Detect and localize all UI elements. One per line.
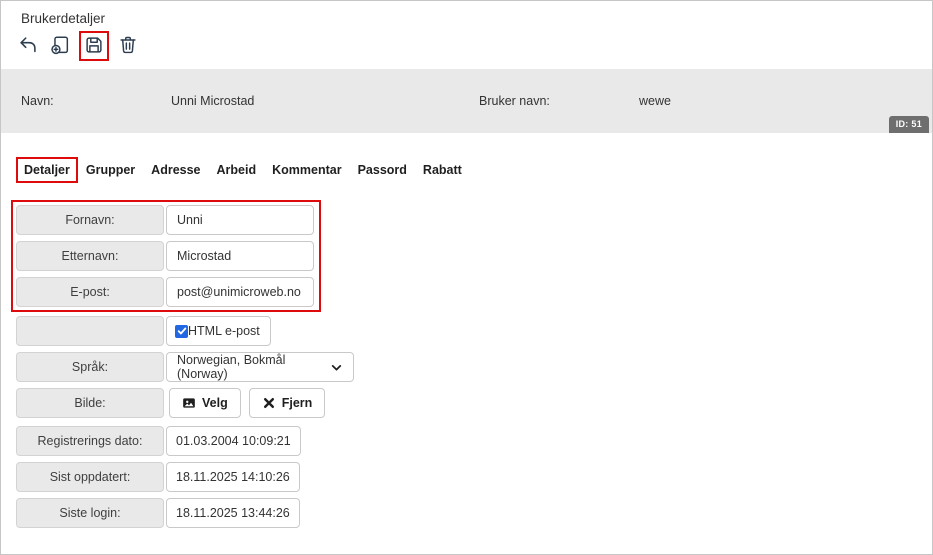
sprak-label: Språk: [16,352,164,382]
etternavn-input[interactable]: Microstad [166,241,314,271]
tab-arbeid[interactable]: Arbeid [209,157,265,183]
user-id-badge: ID: 51 [889,116,929,133]
tab-grupper[interactable]: Grupper [78,157,143,183]
username-label: Bruker navn: [479,94,639,108]
oppdatert-row: Sist oppdatert: 18.11.2025 14:10:26 [16,462,932,492]
login-label: Siste login: [16,498,164,528]
name-fields-highlight-box: Fornavn: Unni Etternavn: Microstad E-pos… [11,200,321,312]
tab-detaljer[interactable]: Detaljer [16,157,78,183]
registrert-label: Registrerings dato: [16,426,164,456]
trash-icon [117,34,139,59]
name-value: Unni Microstad [171,94,479,108]
image-icon [182,396,196,410]
user-summary-bar: Navn: Unni Microstad Bruker navn: wewe I… [1,69,932,133]
delete-button[interactable] [115,33,141,59]
sprak-row: Språk: Norwegian, Bokmål (Norway) [16,352,932,382]
registrert-value: 01.03.2004 10:09:21 [166,426,301,456]
chevron-down-icon [330,361,343,374]
copy-add-button[interactable] [47,33,73,59]
fornavn-label: Fornavn: [16,205,164,235]
html-epost-row: HTML e-post [16,316,932,346]
html-epost-empty-label [16,316,164,346]
sprak-selected-value: Norwegian, Bokmål (Norway) [177,353,330,381]
velg-button-label: Velg [202,396,228,410]
bilde-row: Bilde: Velg Fjern [16,388,932,418]
page-title: Brukerdetaljer [1,1,932,26]
x-icon [262,396,276,410]
details-form: Fornavn: Unni Etternavn: Microstad E-pos… [1,200,932,528]
save-button[interactable] [81,33,107,59]
username-value: wewe [639,94,671,108]
login-value: 18.11.2025 13:44:26 [166,498,300,528]
velg-button[interactable]: Velg [169,388,241,418]
sprak-select[interactable]: Norwegian, Bokmål (Norway) [166,352,354,382]
fjern-button-label: Fjern [282,396,313,410]
tab-bar: Detaljer Grupper Adresse Arbeid Kommenta… [1,157,932,183]
tab-kommentar[interactable]: Kommentar [264,157,349,183]
epost-label: E-post: [16,277,164,307]
tab-adresse[interactable]: Adresse [143,157,208,183]
html-epost-box: HTML e-post [166,316,271,346]
fjern-button[interactable]: Fjern [249,388,326,418]
undo-arrow-icon [17,34,39,59]
tab-passord[interactable]: Passord [350,157,415,183]
fornavn-input[interactable]: Unni [166,205,314,235]
html-epost-checkbox-label[interactable]: HTML e-post [188,324,260,338]
etternavn-row: Etternavn: Microstad [16,241,314,271]
tab-rabatt[interactable]: Rabatt [415,157,470,183]
user-details-page: { "window": { "title": "Brukerdetaljer" … [0,0,933,555]
save-floppy-icon [83,34,105,59]
copy-plus-icon [49,34,71,59]
login-row: Siste login: 18.11.2025 13:44:26 [16,498,932,528]
toolbar [1,26,932,67]
oppdatert-value: 18.11.2025 14:10:26 [166,462,300,492]
registrert-row: Registrerings dato: 01.03.2004 10:09:21 [16,426,932,456]
epost-input[interactable]: post@unimicroweb.no [166,277,314,307]
html-epost-checkbox[interactable] [175,325,188,338]
fornavn-row: Fornavn: Unni [16,205,314,235]
back-button[interactable] [15,33,41,59]
oppdatert-label: Sist oppdatert: [16,462,164,492]
name-label: Navn: [21,94,171,108]
save-highlight-box [79,31,109,61]
bilde-label: Bilde: [16,388,164,418]
etternavn-label: Etternavn: [16,241,164,271]
epost-row: E-post: post@unimicroweb.no [16,277,314,307]
